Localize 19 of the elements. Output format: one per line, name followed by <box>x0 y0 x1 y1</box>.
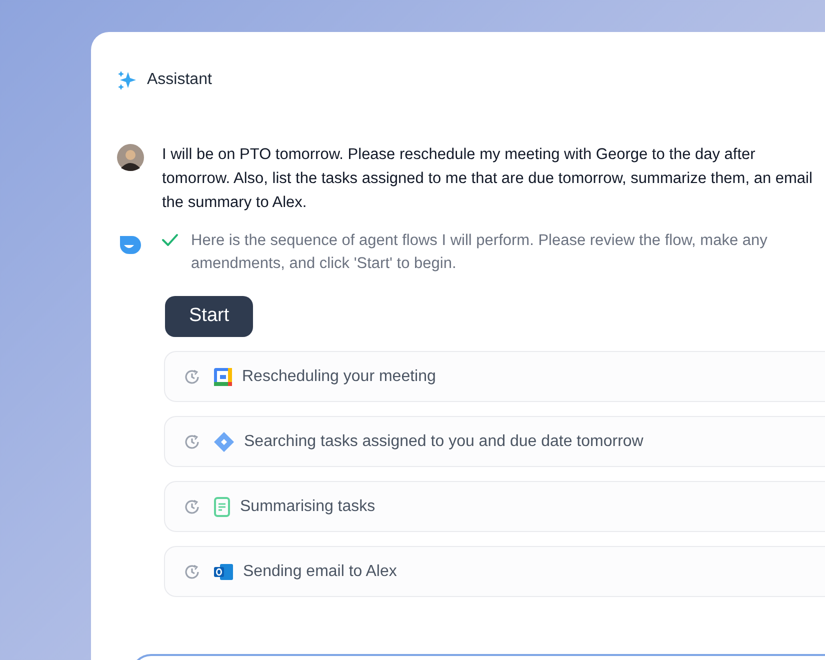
diamond-icon <box>214 432 234 452</box>
flow-step-card[interactable]: Searching tasks assigned to you and due date tomorrow <box>164 416 825 467</box>
user-message: I will be on PTO tomorrow. Please reschedule my meeting with George to the day after tomorrow. Also, list the tasks assigned to me that are due tomorrow, summarize them, an email the summary to Alex. <box>162 145 814 213</box>
assistant-message: Here is the sequence of agent flows I will perform. Please review the flow, make any amendments, and click 'Start' to begin. <box>191 231 768 274</box>
flow-step-card[interactable]: Summarising tasks <box>164 481 825 532</box>
start-button[interactable]: Start <box>165 296 254 337</box>
flow-step-card[interactable]: Rescheduling your meeting <box>164 351 825 402</box>
step-label: Rescheduling your meeting <box>242 366 436 386</box>
step-label: Summarising tasks <box>240 496 376 516</box>
panel-title: Assistant <box>147 70 212 90</box>
step-label: Sending email to Alex <box>243 562 397 582</box>
avatar-icon <box>117 144 144 171</box>
step-label: Searching tasks assigned to you and due date tomorrow <box>244 432 644 452</box>
calendar-icon <box>214 368 232 386</box>
flow-step-card[interactable]: Sending email to Alex <box>164 546 825 597</box>
mail-app-icon <box>214 562 233 580</box>
sparkle-icon <box>117 70 137 90</box>
document-icon <box>214 496 230 516</box>
bot-avatar-icon <box>117 233 141 257</box>
